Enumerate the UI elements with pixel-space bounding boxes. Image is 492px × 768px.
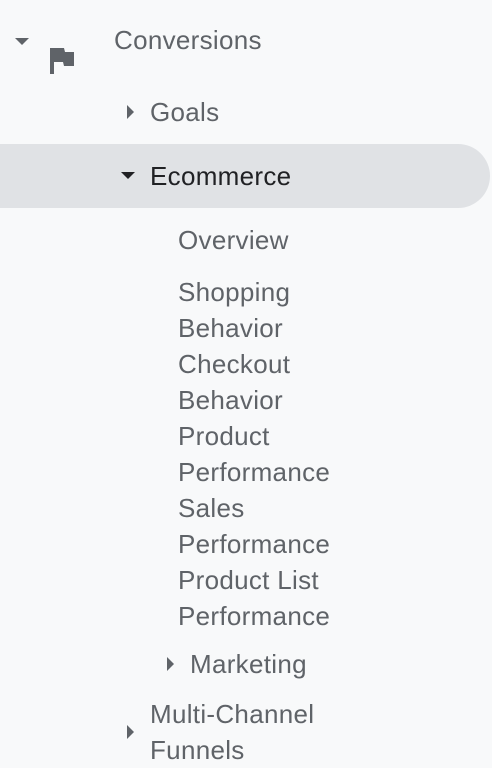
nav-subitem-label: Product Performance: [178, 421, 331, 487]
nav-item-label: Multi-Channel Funnels: [150, 699, 315, 765]
flag-icon: [50, 48, 74, 74]
nav-item-label: Conversions: [114, 25, 262, 55]
caret-right-icon: [127, 105, 134, 119]
nav-subitem-label: Product List Performance: [178, 565, 331, 631]
nav-item-label: Goals: [150, 97, 220, 127]
nav-item-goals[interactable]: Goals: [0, 92, 492, 136]
nav-subitem-label: Sales Performance: [178, 493, 331, 559]
nav-subitem-label: Checkout Behavior: [178, 349, 291, 415]
nav-subitem-shopping-behavior[interactable]: Shopping Behavior: [0, 272, 492, 344]
caret-down-icon: [15, 38, 29, 45]
nav-subitem-overview[interactable]: Overview: [0, 220, 492, 260]
nav-item-label: Ecommerce: [150, 161, 292, 191]
nav-subitem-checkout-behavior[interactable]: Checkout Behavior: [0, 344, 492, 416]
caret-down-icon: [121, 172, 135, 179]
caret-right-icon: [127, 725, 134, 739]
nav-subitem-label: Shopping Behavior: [178, 277, 291, 343]
nav-subitem-product-list-performance[interactable]: Product List Performance: [0, 560, 492, 632]
nav-subitem-label: Marketing: [190, 649, 307, 679]
nav-subitem-sales-performance[interactable]: Sales Performance: [0, 488, 492, 560]
nav-item-conversions[interactable]: Conversions: [0, 20, 492, 74]
nav-subitem-marketing[interactable]: Marketing: [0, 644, 492, 688]
nav-subitem-product-performance[interactable]: Product Performance: [0, 416, 492, 488]
nav-item-multi-channel-funnels[interactable]: Multi-Channel Funnels: [0, 694, 492, 768]
sidebar-nav: Conversions Goals Ecommerce Overview Sho…: [0, 0, 492, 768]
nav-subitem-label: Overview: [178, 225, 289, 255]
nav-item-ecommerce[interactable]: Ecommerce: [0, 154, 492, 198]
caret-right-icon: [167, 657, 174, 671]
